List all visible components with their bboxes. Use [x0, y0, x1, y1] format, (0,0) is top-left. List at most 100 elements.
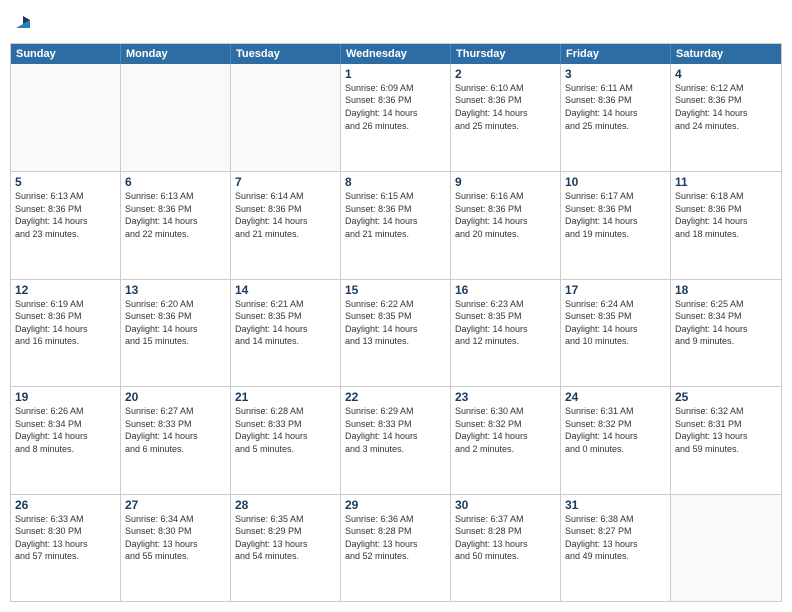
- day-info: Sunrise: 6:19 AM Sunset: 8:36 PM Dayligh…: [15, 298, 116, 348]
- day-number: 13: [125, 283, 226, 297]
- calendar-cell-14: 14Sunrise: 6:21 AM Sunset: 8:35 PM Dayli…: [231, 280, 341, 386]
- day-info: Sunrise: 6:21 AM Sunset: 8:35 PM Dayligh…: [235, 298, 336, 348]
- day-number: 23: [455, 390, 556, 404]
- day-info: Sunrise: 6:14 AM Sunset: 8:36 PM Dayligh…: [235, 190, 336, 240]
- day-info: Sunrise: 6:10 AM Sunset: 8:36 PM Dayligh…: [455, 82, 556, 132]
- day-number: 18: [675, 283, 777, 297]
- day-number: 11: [675, 175, 777, 189]
- day-number: 30: [455, 498, 556, 512]
- day-number: 24: [565, 390, 666, 404]
- calendar-cell-10: 10Sunrise: 6:17 AM Sunset: 8:36 PM Dayli…: [561, 172, 671, 278]
- calendar-cell-empty: [121, 64, 231, 171]
- day-number: 20: [125, 390, 226, 404]
- day-number: 25: [675, 390, 777, 404]
- calendar-cell-11: 11Sunrise: 6:18 AM Sunset: 8:36 PM Dayli…: [671, 172, 781, 278]
- calendar: SundayMondayTuesdayWednesdayThursdayFrid…: [10, 43, 782, 602]
- day-info: Sunrise: 6:25 AM Sunset: 8:34 PM Dayligh…: [675, 298, 777, 348]
- day-number: 15: [345, 283, 446, 297]
- day-info: Sunrise: 6:13 AM Sunset: 8:36 PM Dayligh…: [15, 190, 116, 240]
- day-info: Sunrise: 6:35 AM Sunset: 8:29 PM Dayligh…: [235, 513, 336, 563]
- day-info: Sunrise: 6:13 AM Sunset: 8:36 PM Dayligh…: [125, 190, 226, 240]
- day-number: 17: [565, 283, 666, 297]
- page: SundayMondayTuesdayWednesdayThursdayFrid…: [0, 0, 792, 612]
- logo-text: [10, 10, 34, 37]
- calendar-cell-empty: [231, 64, 341, 171]
- calendar-cell-23: 23Sunrise: 6:30 AM Sunset: 8:32 PM Dayli…: [451, 387, 561, 493]
- day-info: Sunrise: 6:15 AM Sunset: 8:36 PM Dayligh…: [345, 190, 446, 240]
- day-number: 6: [125, 175, 226, 189]
- day-headers: SundayMondayTuesdayWednesdayThursdayFrid…: [11, 44, 781, 64]
- calendar-cell-4: 4Sunrise: 6:12 AM Sunset: 8:36 PM Daylig…: [671, 64, 781, 171]
- calendar-body: 1Sunrise: 6:09 AM Sunset: 8:36 PM Daylig…: [11, 64, 781, 601]
- calendar-cell-31: 31Sunrise: 6:38 AM Sunset: 8:27 PM Dayli…: [561, 495, 671, 601]
- day-number: 4: [675, 67, 777, 81]
- calendar-row: 5Sunrise: 6:13 AM Sunset: 8:36 PM Daylig…: [11, 171, 781, 278]
- calendar-cell-8: 8Sunrise: 6:15 AM Sunset: 8:36 PM Daylig…: [341, 172, 451, 278]
- day-info: Sunrise: 6:33 AM Sunset: 8:30 PM Dayligh…: [15, 513, 116, 563]
- day-info: Sunrise: 6:34 AM Sunset: 8:30 PM Dayligh…: [125, 513, 226, 563]
- day-number: 29: [345, 498, 446, 512]
- calendar-cell-27: 27Sunrise: 6:34 AM Sunset: 8:30 PM Dayli…: [121, 495, 231, 601]
- day-info: Sunrise: 6:12 AM Sunset: 8:36 PM Dayligh…: [675, 82, 777, 132]
- day-info: Sunrise: 6:27 AM Sunset: 8:33 PM Dayligh…: [125, 405, 226, 455]
- calendar-cell-28: 28Sunrise: 6:35 AM Sunset: 8:29 PM Dayli…: [231, 495, 341, 601]
- calendar-row: 12Sunrise: 6:19 AM Sunset: 8:36 PM Dayli…: [11, 279, 781, 386]
- day-number: 12: [15, 283, 116, 297]
- day-header-wednesday: Wednesday: [341, 44, 451, 64]
- day-header-thursday: Thursday: [451, 44, 561, 64]
- day-info: Sunrise: 6:32 AM Sunset: 8:31 PM Dayligh…: [675, 405, 777, 455]
- day-number: 22: [345, 390, 446, 404]
- calendar-cell-29: 29Sunrise: 6:36 AM Sunset: 8:28 PM Dayli…: [341, 495, 451, 601]
- calendar-cell-1: 1Sunrise: 6:09 AM Sunset: 8:36 PM Daylig…: [341, 64, 451, 171]
- calendar-cell-5: 5Sunrise: 6:13 AM Sunset: 8:36 PM Daylig…: [11, 172, 121, 278]
- calendar-cell-2: 2Sunrise: 6:10 AM Sunset: 8:36 PM Daylig…: [451, 64, 561, 171]
- day-number: 19: [15, 390, 116, 404]
- day-number: 8: [345, 175, 446, 189]
- day-number: 9: [455, 175, 556, 189]
- calendar-cell-7: 7Sunrise: 6:14 AM Sunset: 8:36 PM Daylig…: [231, 172, 341, 278]
- calendar-cell-3: 3Sunrise: 6:11 AM Sunset: 8:36 PM Daylig…: [561, 64, 671, 171]
- day-info: Sunrise: 6:26 AM Sunset: 8:34 PM Dayligh…: [15, 405, 116, 455]
- day-header-tuesday: Tuesday: [231, 44, 341, 64]
- day-info: Sunrise: 6:29 AM Sunset: 8:33 PM Dayligh…: [345, 405, 446, 455]
- day-info: Sunrise: 6:38 AM Sunset: 8:27 PM Dayligh…: [565, 513, 666, 563]
- calendar-row: 19Sunrise: 6:26 AM Sunset: 8:34 PM Dayli…: [11, 386, 781, 493]
- day-number: 1: [345, 67, 446, 81]
- day-header-monday: Monday: [121, 44, 231, 64]
- day-info: Sunrise: 6:09 AM Sunset: 8:36 PM Dayligh…: [345, 82, 446, 132]
- header: [10, 10, 782, 37]
- calendar-cell-24: 24Sunrise: 6:31 AM Sunset: 8:32 PM Dayli…: [561, 387, 671, 493]
- calendar-cell-26: 26Sunrise: 6:33 AM Sunset: 8:30 PM Dayli…: [11, 495, 121, 601]
- day-info: Sunrise: 6:36 AM Sunset: 8:28 PM Dayligh…: [345, 513, 446, 563]
- day-number: 10: [565, 175, 666, 189]
- calendar-row: 26Sunrise: 6:33 AM Sunset: 8:30 PM Dayli…: [11, 494, 781, 601]
- day-header-friday: Friday: [561, 44, 671, 64]
- logo: [10, 10, 34, 37]
- calendar-cell-6: 6Sunrise: 6:13 AM Sunset: 8:36 PM Daylig…: [121, 172, 231, 278]
- day-header-saturday: Saturday: [671, 44, 781, 64]
- day-info: Sunrise: 6:37 AM Sunset: 8:28 PM Dayligh…: [455, 513, 556, 563]
- calendar-cell-25: 25Sunrise: 6:32 AM Sunset: 8:31 PM Dayli…: [671, 387, 781, 493]
- calendar-cell-13: 13Sunrise: 6:20 AM Sunset: 8:36 PM Dayli…: [121, 280, 231, 386]
- calendar-cell-18: 18Sunrise: 6:25 AM Sunset: 8:34 PM Dayli…: [671, 280, 781, 386]
- calendar-cell-16: 16Sunrise: 6:23 AM Sunset: 8:35 PM Dayli…: [451, 280, 561, 386]
- day-info: Sunrise: 6:30 AM Sunset: 8:32 PM Dayligh…: [455, 405, 556, 455]
- day-info: Sunrise: 6:24 AM Sunset: 8:35 PM Dayligh…: [565, 298, 666, 348]
- calendar-cell-20: 20Sunrise: 6:27 AM Sunset: 8:33 PM Dayli…: [121, 387, 231, 493]
- calendar-cell-21: 21Sunrise: 6:28 AM Sunset: 8:33 PM Dayli…: [231, 387, 341, 493]
- calendar-row: 1Sunrise: 6:09 AM Sunset: 8:36 PM Daylig…: [11, 64, 781, 171]
- calendar-cell-22: 22Sunrise: 6:29 AM Sunset: 8:33 PM Dayli…: [341, 387, 451, 493]
- day-info: Sunrise: 6:11 AM Sunset: 8:36 PM Dayligh…: [565, 82, 666, 132]
- day-number: 28: [235, 498, 336, 512]
- day-info: Sunrise: 6:20 AM Sunset: 8:36 PM Dayligh…: [125, 298, 226, 348]
- day-info: Sunrise: 6:16 AM Sunset: 8:36 PM Dayligh…: [455, 190, 556, 240]
- calendar-cell-9: 9Sunrise: 6:16 AM Sunset: 8:36 PM Daylig…: [451, 172, 561, 278]
- day-number: 7: [235, 175, 336, 189]
- day-info: Sunrise: 6:22 AM Sunset: 8:35 PM Dayligh…: [345, 298, 446, 348]
- day-info: Sunrise: 6:17 AM Sunset: 8:36 PM Dayligh…: [565, 190, 666, 240]
- day-header-sunday: Sunday: [11, 44, 121, 64]
- day-info: Sunrise: 6:31 AM Sunset: 8:32 PM Dayligh…: [565, 405, 666, 455]
- day-info: Sunrise: 6:23 AM Sunset: 8:35 PM Dayligh…: [455, 298, 556, 348]
- calendar-cell-15: 15Sunrise: 6:22 AM Sunset: 8:35 PM Dayli…: [341, 280, 451, 386]
- calendar-cell-12: 12Sunrise: 6:19 AM Sunset: 8:36 PM Dayli…: [11, 280, 121, 386]
